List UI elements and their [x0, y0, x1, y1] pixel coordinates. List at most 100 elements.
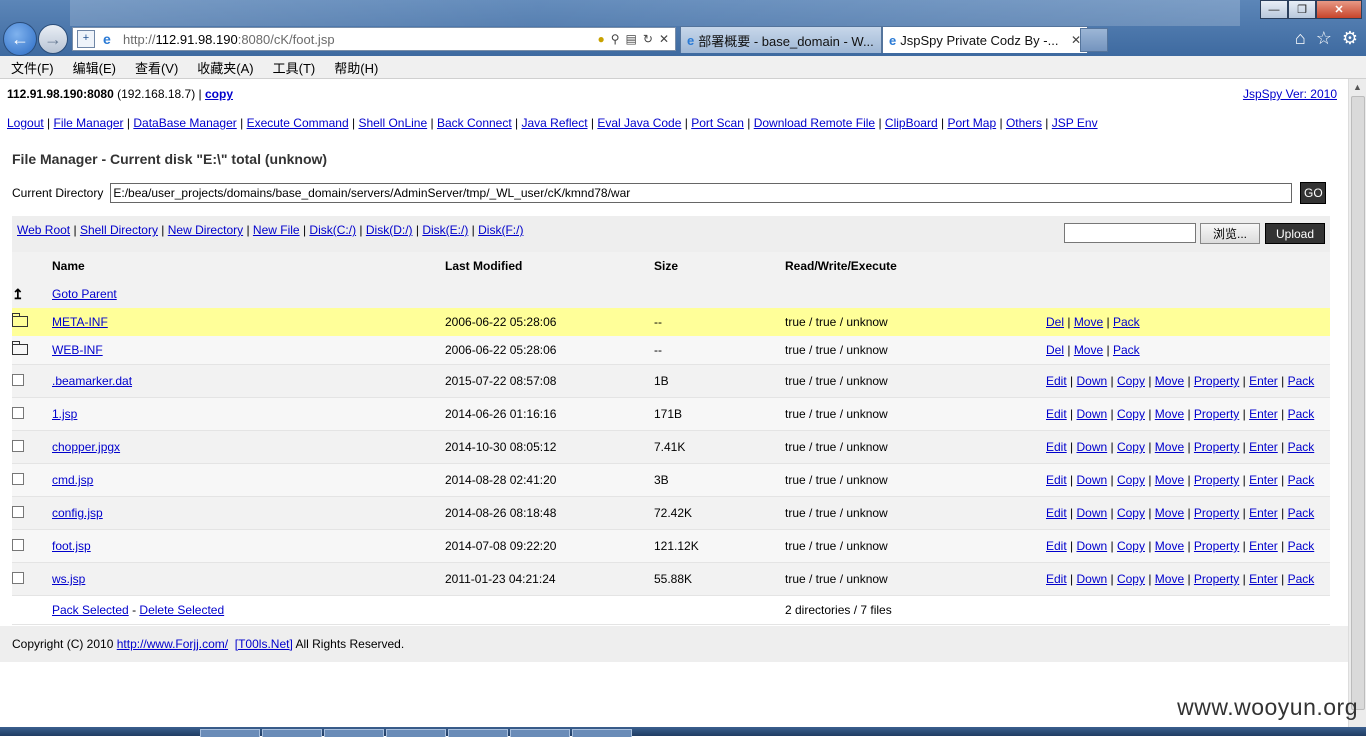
- disk-f-link[interactable]: Disk(F:/): [478, 223, 523, 237]
- forjj-link[interactable]: http://www.Forjj.com/: [117, 637, 228, 651]
- file-action-copy[interactable]: Copy: [1117, 572, 1145, 586]
- file-name-link[interactable]: chopper.jpgx: [52, 440, 120, 454]
- file-action-copy[interactable]: Copy: [1117, 374, 1145, 388]
- nav-shell-online[interactable]: Shell OnLine: [358, 116, 427, 130]
- disk-d-link[interactable]: Disk(D:/): [366, 223, 413, 237]
- compat-view-icon[interactable]: +: [77, 30, 95, 48]
- file-action-enter[interactable]: Enter: [1249, 539, 1278, 553]
- favorites-star-icon[interactable]: ☆: [1316, 28, 1332, 49]
- nav-logout[interactable]: Logout: [7, 116, 44, 130]
- file-action-edit[interactable]: Edit: [1046, 407, 1067, 421]
- directory-name-link[interactable]: META-INF: [52, 315, 108, 329]
- nav-execute-command[interactable]: Execute Command: [247, 116, 349, 130]
- file-action-pack[interactable]: Pack: [1288, 374, 1315, 388]
- file-action-move[interactable]: Move: [1155, 374, 1184, 388]
- file-action-copy[interactable]: Copy: [1117, 506, 1145, 520]
- menu-edit[interactable]: 编辑(E): [62, 58, 124, 77]
- file-action-copy[interactable]: Copy: [1117, 440, 1145, 454]
- file-action-property[interactable]: Property: [1194, 374, 1239, 388]
- goto-parent-link[interactable]: Goto Parent: [52, 287, 117, 301]
- file-action-move[interactable]: Move: [1155, 539, 1184, 553]
- restore-button[interactable]: ❐: [1288, 0, 1316, 19]
- dir-action-move[interactable]: Move: [1074, 343, 1103, 357]
- stop-icon[interactable]: ✕: [659, 32, 669, 46]
- directory-name-link[interactable]: WEB-INF: [52, 343, 103, 357]
- file-name-link[interactable]: .beamarker.dat: [52, 374, 132, 388]
- file-action-move[interactable]: Move: [1155, 473, 1184, 487]
- nav-database-manager[interactable]: DataBase Manager: [133, 116, 236, 130]
- close-window-button[interactable]: ✕: [1316, 0, 1362, 19]
- nav-port-map[interactable]: Port Map: [947, 116, 996, 130]
- nav-java-reflect[interactable]: Java Reflect: [522, 116, 588, 130]
- file-action-move[interactable]: Move: [1155, 407, 1184, 421]
- security-icon[interactable]: ●: [597, 32, 604, 46]
- file-action-pack[interactable]: Pack: [1288, 473, 1315, 487]
- back-button[interactable]: ←: [3, 22, 37, 56]
- delete-selected-link[interactable]: Delete Selected: [139, 603, 224, 617]
- browse-button[interactable]: 浏览...: [1200, 223, 1260, 244]
- nav-eval-java-code[interactable]: Eval Java Code: [597, 116, 681, 130]
- file-action-copy[interactable]: Copy: [1117, 407, 1145, 421]
- address-url[interactable]: http://112.91.98.190:8080/cK/foot.jsp: [123, 32, 597, 47]
- forward-button[interactable]: →: [38, 24, 68, 54]
- file-action-enter[interactable]: Enter: [1249, 374, 1278, 388]
- disk-c-link[interactable]: Disk(C:/): [309, 223, 356, 237]
- file-action-pack[interactable]: Pack: [1288, 506, 1315, 520]
- file-action-down[interactable]: Down: [1076, 374, 1107, 388]
- file-action-enter[interactable]: Enter: [1249, 473, 1278, 487]
- file-name-link[interactable]: foot.jsp: [52, 539, 91, 553]
- file-action-property[interactable]: Property: [1194, 539, 1239, 553]
- current-directory-input[interactable]: [110, 183, 1293, 203]
- gear-icon[interactable]: ⚙: [1342, 28, 1358, 49]
- file-action-edit[interactable]: Edit: [1046, 473, 1067, 487]
- refresh-icon[interactable]: ↻: [643, 32, 653, 46]
- file-name-link[interactable]: ws.jsp: [52, 572, 85, 586]
- menu-help[interactable]: 帮助(H): [323, 58, 386, 77]
- shell-directory-link[interactable]: Shell Directory: [80, 223, 158, 237]
- file-action-property[interactable]: Property: [1194, 572, 1239, 586]
- file-action-down[interactable]: Down: [1076, 539, 1107, 553]
- file-action-edit[interactable]: Edit: [1046, 539, 1067, 553]
- file-action-copy[interactable]: Copy: [1117, 539, 1145, 553]
- menu-file[interactable]: 文件(F): [0, 58, 62, 77]
- file-action-down[interactable]: Down: [1076, 473, 1107, 487]
- t00ls-link[interactable]: [T00ls.Net]: [235, 637, 293, 651]
- disk-e-link[interactable]: Disk(E:/): [422, 223, 468, 237]
- address-bar[interactable]: + e http://112.91.98.190:8080/cK/foot.js…: [72, 27, 676, 51]
- tab-jspspy[interactable]: e JspSpy Private Codz By -... ✕: [882, 26, 1088, 53]
- nav-file-manager[interactable]: File Manager: [54, 116, 124, 130]
- file-action-edit[interactable]: Edit: [1046, 374, 1067, 388]
- file-checkbox[interactable]: [12, 571, 24, 584]
- nav-clipboard[interactable]: ClipBoard: [885, 116, 938, 130]
- file-checkbox[interactable]: [12, 505, 24, 518]
- menu-favorites[interactable]: 收藏夹(A): [186, 58, 261, 77]
- file-checkbox[interactable]: [12, 538, 24, 551]
- menu-view[interactable]: 查看(V): [124, 58, 186, 77]
- nav-back-connect[interactable]: Back Connect: [437, 116, 512, 130]
- file-action-edit[interactable]: Edit: [1046, 506, 1067, 520]
- menu-tools[interactable]: 工具(T): [262, 58, 324, 77]
- file-action-down[interactable]: Down: [1076, 440, 1107, 454]
- copy-link[interactable]: copy: [205, 87, 233, 101]
- upload-button[interactable]: Upload: [1265, 223, 1325, 244]
- scroll-up-arrow-icon[interactable]: ▲: [1349, 79, 1366, 95]
- file-checkbox[interactable]: [12, 439, 24, 452]
- version-link[interactable]: JspSpy Ver: 2010: [1243, 87, 1337, 101]
- file-action-enter[interactable]: Enter: [1249, 440, 1278, 454]
- file-action-edit[interactable]: Edit: [1046, 572, 1067, 586]
- tab-deployment-summary[interactable]: e 部署概要 - base_domain - W...: [680, 26, 882, 53]
- file-action-edit[interactable]: Edit: [1046, 440, 1067, 454]
- new-file-link[interactable]: New File: [253, 223, 300, 237]
- file-action-property[interactable]: Property: [1194, 506, 1239, 520]
- file-action-property[interactable]: Property: [1194, 473, 1239, 487]
- dir-action-pack[interactable]: Pack: [1113, 315, 1140, 329]
- file-action-enter[interactable]: Enter: [1249, 407, 1278, 421]
- file-action-move[interactable]: Move: [1155, 506, 1184, 520]
- file-action-pack[interactable]: Pack: [1288, 539, 1315, 553]
- file-action-move[interactable]: Move: [1155, 440, 1184, 454]
- dir-action-del[interactable]: Del: [1046, 315, 1064, 329]
- file-checkbox[interactable]: [12, 472, 24, 485]
- file-checkbox[interactable]: [12, 406, 24, 419]
- minimize-button[interactable]: —: [1260, 0, 1288, 19]
- nav-download-remote-file[interactable]: Download Remote File: [754, 116, 875, 130]
